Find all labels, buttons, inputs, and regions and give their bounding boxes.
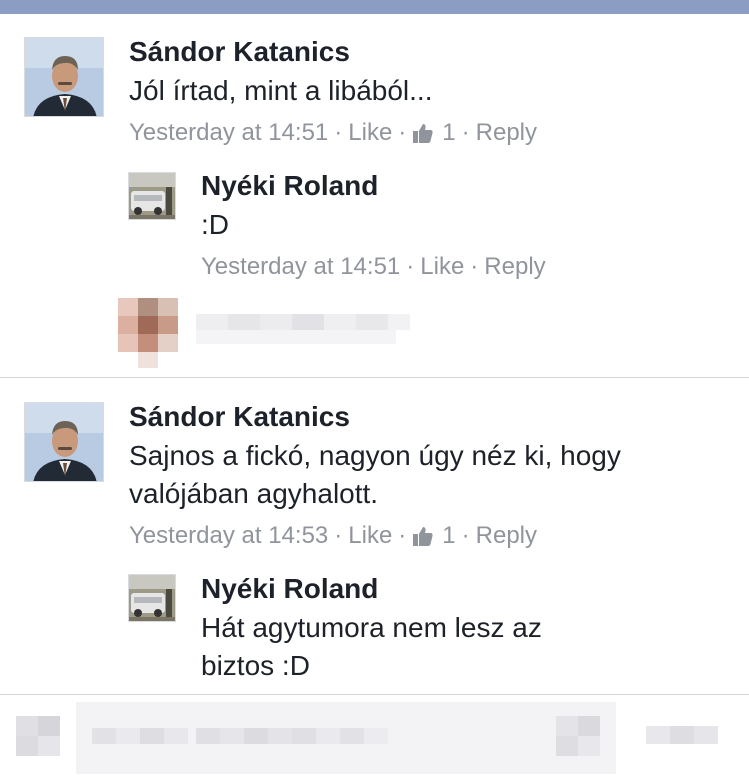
like-count[interactable]: 1 xyxy=(442,118,455,148)
separator: · xyxy=(334,522,343,549)
like-button[interactable]: Like xyxy=(348,521,392,551)
reply-button[interactable]: Reply xyxy=(476,521,537,551)
like-count[interactable]: 1 xyxy=(442,521,455,551)
avatar[interactable] xyxy=(24,37,104,117)
reply-button[interactable]: Reply xyxy=(484,252,545,282)
reply-text: Hát agytumora nem lesz az biztos :D xyxy=(201,612,542,681)
divider xyxy=(0,694,749,695)
thumbs-up-icon xyxy=(412,122,434,144)
avatar[interactable] xyxy=(128,172,176,220)
divider xyxy=(0,377,749,378)
comment-author[interactable]: Sándor Katanics xyxy=(129,400,350,434)
comment-author[interactable]: Sándor Katanics xyxy=(129,35,350,69)
separator: · xyxy=(461,119,470,146)
reply-meta: Yesterday at 14:51 · Like · Reply xyxy=(201,252,546,282)
comment-text: Jól írtad, mint a libából... xyxy=(129,75,433,106)
top-bar xyxy=(0,0,749,14)
separator: · xyxy=(406,253,415,280)
separator: · xyxy=(470,253,479,280)
like-button[interactable]: Like xyxy=(420,252,464,282)
like-button[interactable]: Like xyxy=(348,118,392,148)
separator: · xyxy=(334,119,343,146)
avatar[interactable] xyxy=(128,574,176,622)
thumbs-up-icon xyxy=(412,525,434,547)
reply-timestamp[interactable]: Yesterday at 14:51 xyxy=(201,252,400,282)
reply-button[interactable]: Reply xyxy=(476,118,537,148)
comment-timestamp[interactable]: Yesterday at 14:51 xyxy=(129,118,328,148)
separator: · xyxy=(398,522,407,549)
reply-author[interactable]: Nyéki Roland xyxy=(201,169,378,203)
comment-text: Sajnos a fickó, nagyon úgy néz ki, hogy … xyxy=(129,440,621,509)
reply-author[interactable]: Nyéki Roland xyxy=(201,572,378,606)
comment-meta: Yesterday at 14:53 · Like · 1 · Reply xyxy=(129,521,537,551)
separator: · xyxy=(461,522,470,549)
reply-text: :D xyxy=(201,209,229,240)
comment-meta: Yesterday at 14:51 · Like · 1 · Reply xyxy=(129,118,537,148)
comment-timestamp[interactable]: Yesterday at 14:53 xyxy=(129,521,328,551)
separator: · xyxy=(398,119,407,146)
avatar[interactable] xyxy=(24,402,104,482)
pixelated-reply-input xyxy=(118,298,418,376)
pixelated-comment-bar xyxy=(0,700,749,781)
